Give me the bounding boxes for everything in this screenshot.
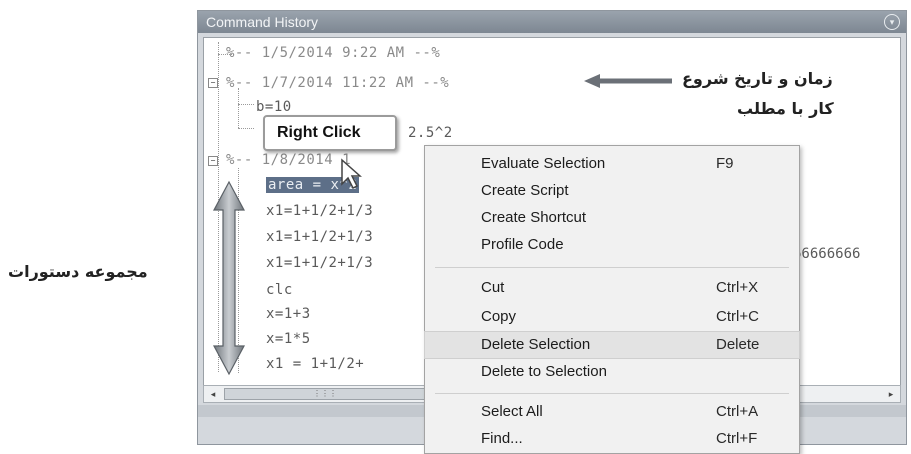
history-entry[interactable]: x1=1+1/2+1/3: [266, 203, 373, 219]
history-entry[interactable]: x=1*5: [266, 331, 311, 347]
session-header[interactable]: %-- 1/7/2014 11:22 AM --%: [226, 75, 449, 91]
annotation-start-time-2: کار با مطلب: [737, 99, 834, 118]
menu-item-shortcut: Ctrl+X: [716, 279, 759, 296]
menu-item-label: Profile Code: [481, 236, 564, 253]
history-entry[interactable]: x=1+3: [266, 306, 311, 322]
menu-item-cut[interactable]: Cut Ctrl+X: [425, 275, 799, 301]
menu-item-label: Delete to Selection: [481, 363, 607, 380]
menu-item-create-shortcut[interactable]: Create Shortcut: [425, 205, 799, 231]
menu-item-label: Evaluate Selection: [481, 155, 606, 172]
menu-item-label: Select All: [481, 403, 543, 420]
menu-item-label: Copy: [481, 308, 517, 325]
tree-connector: [238, 104, 254, 105]
menu-item-shortcut: Ctrl+C: [716, 308, 759, 325]
menu-item-shortcut: Ctrl+F: [716, 430, 758, 447]
menu-item-delete-to-selection[interactable]: Delete to Selection: [425, 359, 799, 385]
context-menu: Evaluate Selection F9 Create Script Creat…: [424, 145, 800, 454]
result-fragment: 66666666: [793, 246, 861, 262]
scroll-right-icon[interactable]: ▸: [884, 386, 898, 402]
history-entry[interactable]: x1=1+1/2+1/3: [266, 255, 373, 271]
double-arrow-icon: [212, 180, 246, 376]
history-entry[interactable]: x1 = 1+1/2+: [266, 356, 364, 372]
menu-item-create-script[interactable]: Create Script: [425, 178, 799, 204]
session-header[interactable]: %-- 1/5/2014 9:22 AM --%: [226, 45, 440, 61]
session-header[interactable]: %-- 1/8/2014 1: [226, 152, 351, 168]
window-titlebar[interactable]: Command History ▾: [198, 11, 906, 33]
tree-connector: [238, 88, 239, 128]
menu-item-select-all[interactable]: Select All Ctrl+A: [425, 399, 799, 425]
menu-item-label: Create Shortcut: [481, 209, 587, 226]
menu-item-label: Create Script: [481, 182, 569, 199]
collapse-icon[interactable]: −: [208, 156, 218, 166]
history-entry[interactable]: b=10: [256, 99, 292, 115]
history-entry[interactable]: 2.5^2: [408, 125, 453, 141]
scroll-left-icon[interactable]: ◂: [206, 386, 220, 402]
window-title: Command History: [206, 14, 319, 30]
menu-item-label: Delete Selection: [481, 336, 591, 353]
menu-separator: [435, 393, 789, 394]
menu-item-shortcut: Delete: [716, 336, 760, 353]
right-click-callout: Right Click: [263, 115, 397, 151]
menu-item-copy[interactable]: Copy Ctrl+C: [425, 304, 799, 330]
annotation-commands: مجموعه دستورات: [8, 262, 148, 281]
window-menu-icon[interactable]: ▾: [884, 14, 900, 30]
tree-connector: [238, 128, 254, 129]
menu-item-profile-code[interactable]: Profile Code: [425, 232, 799, 258]
history-entry[interactable]: x1=1+1/2+1/3: [266, 229, 373, 245]
scrollbar-thumb[interactable]: ⋮⋮⋮: [224, 388, 426, 400]
menu-item-evaluate-selection[interactable]: Evaluate Selection F9: [425, 151, 799, 177]
menu-item-shortcut: F9: [716, 155, 734, 172]
menu-separator: [435, 267, 789, 268]
menu-item-shortcut: Ctrl+A: [716, 403, 759, 420]
menu-item-label: Find...: [481, 430, 523, 447]
arrow-left-icon: [584, 74, 672, 88]
mouse-cursor-icon: [341, 158, 362, 190]
menu-item-find[interactable]: Find... Ctrl+F: [425, 426, 799, 452]
annotation-start-time: زمان و تاریخ شروع: [682, 69, 833, 88]
menu-item-delete-selection[interactable]: Delete Selection Delete: [424, 331, 800, 359]
collapse-icon[interactable]: −: [208, 78, 218, 88]
menu-item-label: Cut: [481, 279, 505, 296]
history-entry[interactable]: clc: [266, 282, 293, 298]
